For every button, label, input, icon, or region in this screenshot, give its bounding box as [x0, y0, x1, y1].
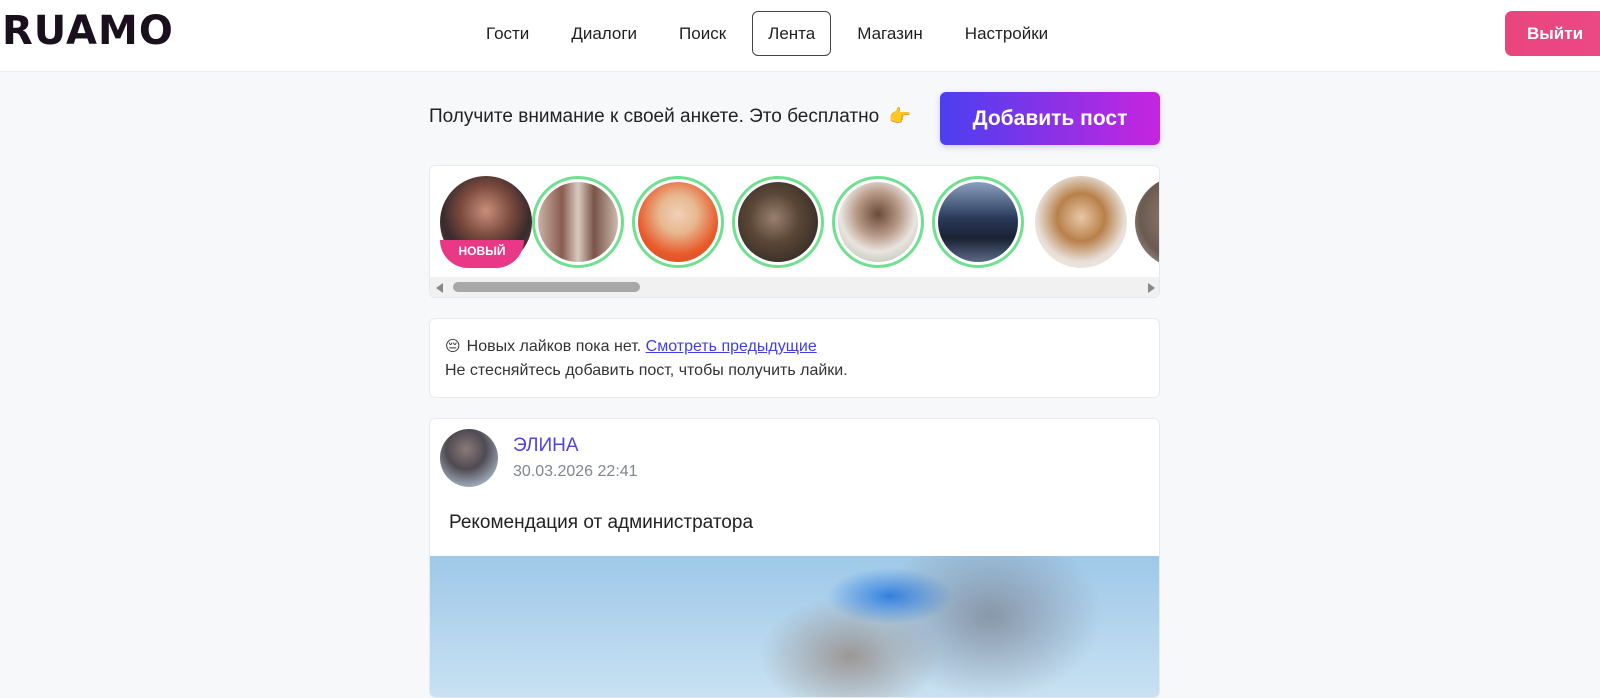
story-avatar[interactable]	[932, 176, 1024, 268]
story-image	[538, 182, 618, 262]
nav-feed[interactable]: Лента	[752, 11, 832, 56]
story-image	[638, 182, 718, 262]
scroll-thumb[interactable]	[453, 282, 640, 292]
story-avatar[interactable]	[732, 176, 824, 268]
new-badge: НОВЫЙ	[440, 240, 524, 268]
scroll-right-arrow-icon[interactable]	[1148, 283, 1155, 293]
author-name[interactable]: ЭЛИНА	[513, 435, 579, 457]
story-avatar[interactable]	[532, 176, 624, 268]
story-avatar[interactable]	[632, 176, 724, 268]
post-text: Рекомендация от администратора	[449, 512, 754, 533]
story-image	[938, 182, 1018, 262]
sad-face-icon: 😔	[445, 338, 461, 355]
logout-button[interactable]: Выйти	[1505, 11, 1600, 56]
nav-settings[interactable]: Настройки	[949, 11, 1064, 56]
no-likes-text: Новых лайков пока нет.	[466, 338, 642, 355]
likes-line-1: 😔 Новых лайков пока нет. Смотреть предыду…	[445, 335, 1144, 359]
view-previous-link[interactable]: Смотреть предыдущие	[646, 338, 817, 355]
story-avatar[interactable]	[1035, 176, 1127, 268]
logo[interactable]: RUAMO	[2, 8, 174, 54]
story-avatar[interactable]	[1135, 176, 1159, 268]
stories-scrollbar[interactable]	[430, 277, 1159, 297]
feed-post: ЭЛИНА 30.03.2026 22:41 Рекомендация от а…	[429, 418, 1160, 698]
top-header: RUAMO Гости Диалоги Поиск Лента Магазин …	[0, 0, 1600, 72]
post-date: 30.03.2026 22:41	[513, 463, 638, 480]
nav-shop[interactable]: Магазин	[841, 11, 939, 56]
story-avatar[interactable]	[832, 176, 924, 268]
promo-message: Получите внимание к своей анкете. Это бе…	[429, 106, 911, 128]
main-nav: Гости Диалоги Поиск Лента Магазин Настро…	[470, 11, 1074, 56]
story-image	[838, 182, 918, 262]
story-image	[1135, 176, 1159, 268]
nav-search[interactable]: Поиск	[663, 11, 742, 56]
add-post-button[interactable]: Добавить пост	[940, 92, 1160, 145]
nav-dialogs[interactable]: Диалоги	[555, 11, 653, 56]
nav-guests[interactable]: Гости	[470, 11, 545, 56]
story-avatar[interactable]: НОВЫЙ	[440, 176, 532, 268]
story-image	[1035, 176, 1127, 268]
author-avatar[interactable]	[440, 429, 498, 487]
likes-hint: Не стесняйтесь добавить пост, чтобы полу…	[445, 362, 848, 379]
promo-text: Получите внимание к своей анкете. Это бе…	[429, 106, 880, 127]
story-image	[738, 182, 818, 262]
pointing-hand-icon: 👉	[888, 106, 911, 126]
likes-notice: 😔 Новых лайков пока нет. Смотреть предыду…	[429, 318, 1160, 398]
stories-carousel: НОВЫЙ	[429, 165, 1160, 298]
scroll-left-arrow-icon[interactable]	[436, 283, 443, 293]
